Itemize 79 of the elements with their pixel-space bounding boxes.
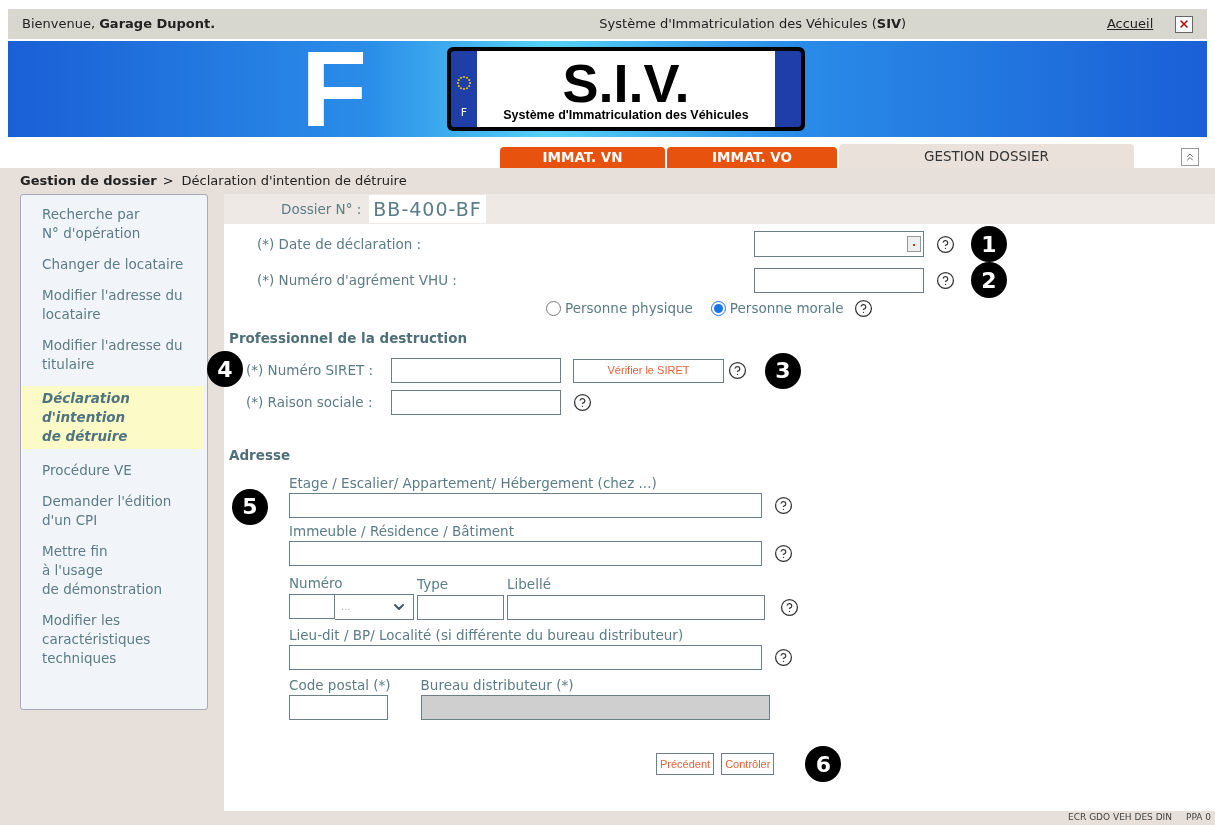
field-label: (*) Date de déclaration : — [257, 234, 423, 254]
field-label: (*) Raison sociale : — [246, 392, 374, 412]
callout-marker: 4 — [207, 351, 243, 387]
input-field[interactable] — [507, 594, 765, 620]
breadcrumb-current: Déclaration d'intention de détruire — [181, 172, 407, 191]
section-title: Adresse — [228, 445, 292, 465]
country-letter: F — [301, 35, 367, 143]
nav-tab[interactable]: IMMAT. VO — [667, 147, 837, 168]
input-field[interactable] — [391, 358, 561, 383]
field-label: (*) Numéro d'agrément VHU : — [257, 270, 458, 290]
dossier-label: Dossier N° : — [281, 199, 362, 219]
nav-tab[interactable]: IMMAT. VN — [500, 147, 665, 168]
help-icon[interactable] — [774, 544, 793, 564]
radio-button[interactable] — [546, 300, 561, 316]
field-label: Bureau distributeur (*) — [420, 675, 575, 695]
sidebar-link[interactable]: Modifier l'adresse du locataire — [21, 286, 204, 324]
radio-label: Personne physique — [565, 299, 693, 318]
field-label: Type — [417, 575, 449, 595]
help-icon[interactable] — [936, 234, 955, 254]
input-field[interactable] — [289, 593, 335, 619]
action-button[interactable]: Précédent — [656, 753, 715, 775]
field-label: Numéro — [289, 574, 344, 594]
callout-marker: 6 — [805, 746, 842, 782]
verify-siret-button[interactable]: Vérifier le SIRET — [573, 358, 724, 383]
dossier-number: BB-400-BF — [369, 194, 486, 224]
input-field[interactable] — [289, 541, 762, 567]
sidebar-link[interactable]: Déclaration d'intention de détruire — [21, 386, 204, 449]
eu-stars-icon — [456, 74, 472, 91]
field-label: Etage / Escalier/ Appartement/ Hébergement (chez ...) — [289, 473, 658, 493]
welcome-text: Bienvenue, Garage Dupont. — [22, 15, 217, 34]
help-icon[interactable] — [728, 361, 747, 380]
radio-label: Personne morale — [729, 299, 844, 318]
field-label: Immeuble / Résidence / Bâtiment — [289, 522, 515, 541]
sidebar-link[interactable]: Recherche par N° d'opération — [21, 205, 204, 243]
calendar-icon[interactable] — [907, 236, 921, 252]
select-value: ... — [341, 600, 351, 614]
callout-marker: 1 — [971, 226, 1007, 262]
action-button[interactable]: Contrôler — [721, 753, 775, 775]
input-field[interactable] — [289, 644, 762, 670]
input-field[interactable] — [417, 594, 504, 620]
input-field[interactable] — [754, 267, 924, 293]
help-icon[interactable] — [573, 392, 592, 412]
breadcrumb-link[interactable]: Gestion de dossier — [20, 171, 157, 191]
screen-codes: ECR GDO VEH DES DIN — [1068, 811, 1172, 825]
field-label: Libellé — [507, 575, 552, 595]
plate-country-code: F — [460, 104, 468, 121]
sidebar-link[interactable]: Mettre fin à l'usage de démonstration — [21, 542, 204, 599]
collapse-icon[interactable] — [1181, 148, 1199, 166]
help-icon[interactable] — [853, 298, 873, 318]
input-field[interactable] — [289, 493, 762, 518]
input-field[interactable] — [289, 695, 388, 720]
nav-tab[interactable]: GESTION DOSSIER — [839, 144, 1134, 168]
help-icon[interactable] — [936, 270, 955, 290]
date-field[interactable] — [754, 231, 924, 257]
sidebar-link[interactable]: Procédure VE — [21, 461, 204, 480]
select-field[interactable]: ... — [335, 593, 414, 620]
sidebar-link[interactable]: Changer de locataire — [21, 255, 204, 274]
close-icon[interactable] — [1175, 15, 1193, 33]
sidebar-link[interactable]: Demander l'édition d'un CPI — [21, 492, 204, 530]
plate-title: S.I.V. — [562, 56, 690, 109]
site-title: Système d'Immatriculation des Véhicules (SIV) — [598, 15, 908, 34]
help-icon[interactable] — [780, 597, 799, 617]
callout-marker: 3 — [765, 352, 801, 389]
callout-marker: 5 — [232, 488, 268, 525]
field-label: Lieu-dit / BP/ Localité (si différente du bureau distributeur) — [289, 625, 685, 645]
sidebar-link[interactable]: Modifier l'adresse du titulaire — [21, 336, 204, 374]
field-label: (*) Numéro SIRET : — [246, 361, 375, 381]
help-icon[interactable] — [774, 647, 793, 667]
breadcrumb-separator: > — [162, 172, 174, 191]
plate-subtitle: Système d'Immatriculation des Véhicules — [503, 108, 749, 122]
section-title: Professionnel de la destruction — [228, 329, 469, 349]
radio-button[interactable] — [710, 300, 726, 316]
page-code: PPA 0 — [1185, 811, 1211, 825]
home-link[interactable]: Accueil — [1106, 14, 1154, 34]
sidebar-link[interactable]: Modifier les caractéristiques techniques — [21, 611, 204, 668]
input-field[interactable] — [391, 389, 561, 415]
help-icon[interactable] — [774, 496, 793, 515]
callout-marker: 2 — [971, 262, 1007, 298]
field-label: Code postal (*) — [289, 675, 391, 695]
